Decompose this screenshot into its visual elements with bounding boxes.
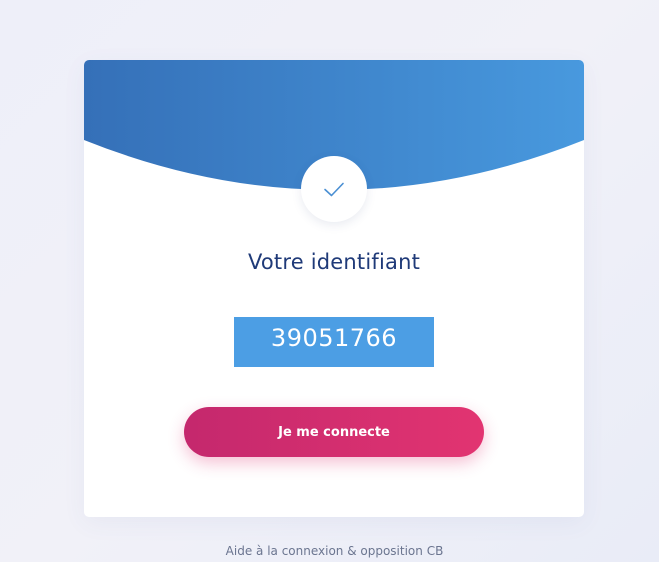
help-link[interactable]: Aide à la connexion & opposition CB: [0, 544, 659, 558]
success-badge: [301, 156, 367, 222]
identifier-card: Votre identifiant 39051766 Je me connect…: [84, 60, 584, 517]
check-icon: [324, 182, 344, 197]
connect-button[interactable]: Je me connecte: [184, 407, 484, 457]
card-title: Votre identifiant: [247, 250, 421, 274]
identifier-value: 39051766: [234, 317, 434, 367]
